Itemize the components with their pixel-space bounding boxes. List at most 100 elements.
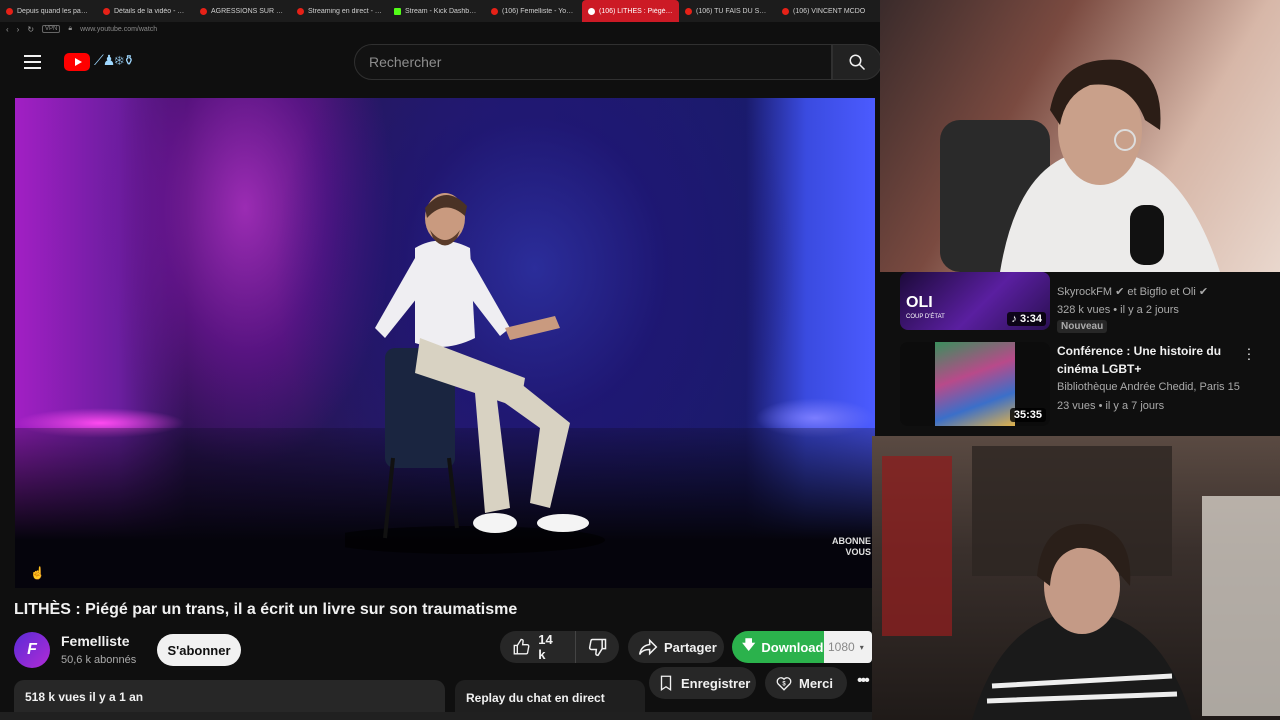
tab-label: Depuis quand les pauvres: [17, 7, 91, 15]
browser-tab[interactable]: AGRESSIONS SUR DES ENF: [194, 0, 291, 22]
subscriber-count: 50,6 k abonnés: [61, 654, 137, 666]
browser-tab[interactable]: Détails de la vidéo - YouTube: [97, 0, 194, 22]
browser-tab[interactable]: Depuis quand les pauvres: [0, 0, 97, 22]
more-actions-icon[interactable]: •••: [857, 672, 870, 690]
download-arrow-icon: 🡇: [742, 637, 756, 652]
thanks-button[interactable]: $ Merci: [765, 667, 847, 699]
doodle-icon[interactable]: ⟋♟❄⚱: [94, 52, 135, 69]
share-label: Partager: [664, 639, 717, 655]
youtube-icon: [588, 7, 595, 15]
reco-channel[interactable]: SkyrockFM ✔ et Bigflo et Oli ✔: [1057, 285, 1208, 299]
reco-meta: 23 vues • il y a 7 jours: [1057, 400, 1165, 412]
dislike-button[interactable]: [576, 631, 619, 663]
browser-tab[interactable]: Stream - Kick Dashboard: [388, 0, 485, 22]
download-label: Download: [761, 639, 824, 655]
save-label: Enregistrer: [681, 675, 751, 691]
browser-tab[interactable]: (106) TU FAIS DU SQUAT: [679, 0, 776, 22]
url-text[interactable]: www.youtube.com/watch: [80, 26, 157, 33]
music-note-icon: ♪: [1011, 313, 1020, 325]
browser-tab[interactable]: (106) VINCENT MCDO: [776, 0, 873, 22]
youtube-icon: [103, 7, 110, 15]
like-dislike-group: 14 k: [500, 631, 619, 663]
browser-tab[interactable]: (106) Femelliste - YouTube: [485, 0, 582, 22]
thumbs-down-icon: [588, 638, 606, 657]
address-bar[interactable]: ‹ › ↻ VPN 🔒︎ www.youtube.com/watch: [0, 22, 880, 36]
svg-text:$: $: [782, 681, 786, 687]
view-count-date: 518 k vues il y a 1 an: [25, 690, 144, 704]
menu-icon[interactable]: [24, 55, 41, 69]
quality-value: 1080: [828, 640, 855, 654]
thumbnail-text: OLI COUP D'ÉTAT: [906, 294, 945, 321]
tab-label: Détails de la vidéo - YouTube: [114, 7, 188, 15]
youtube-icon: [685, 7, 692, 15]
back-icon[interactable]: ‹: [6, 25, 9, 34]
search-icon: [849, 54, 866, 71]
channel-avatar[interactable]: F: [14, 632, 50, 668]
share-icon: [638, 638, 658, 656]
chat-replay-label: Replay du chat en direct: [466, 691, 605, 705]
forward-icon[interactable]: ›: [17, 25, 20, 34]
hand-cursor-icon: ☝: [30, 566, 45, 580]
kick-icon: [394, 7, 401, 15]
verified-icon: ✔: [1115, 286, 1128, 298]
search-button[interactable]: [832, 44, 882, 80]
video-title: LITHÈS : Piégé par un trans, il a écrit …: [14, 601, 518, 618]
quality-select[interactable]: 1080 ▾: [824, 631, 872, 663]
like-button[interactable]: 14 k: [500, 631, 577, 663]
video-player[interactable]: ABONNE VOUS: [15, 98, 875, 588]
youtube-logo-icon[interactable]: [64, 53, 90, 71]
subscribe-watermark: ABONNE VOUS: [832, 536, 871, 558]
browser-tab[interactable]: Streaming en direct - YouTube: [291, 0, 388, 22]
verified-icon: ✔: [1198, 286, 1209, 298]
tab-label: (106) LITHÈS : Piégé par un: [599, 7, 673, 15]
channel-label: SkyrockFM: [1057, 286, 1112, 298]
youtube-icon: [200, 7, 207, 15]
seated-man-figure: [345, 193, 605, 554]
guest-figure: [882, 446, 1280, 720]
channel-name[interactable]: Femelliste: [61, 633, 129, 649]
tab-label: (106) Femelliste - YouTube: [502, 7, 576, 15]
youtube-icon: [6, 7, 13, 15]
thanks-label: Merci: [799, 675, 833, 691]
video-thumbnail[interactable]: OLI COUP D'ÉTAT ♪ 3:34: [900, 272, 1050, 330]
like-count: 14 k: [538, 632, 553, 662]
browser-tab-active[interactable]: (106) LITHÈS : Piégé par un: [582, 0, 679, 22]
super-thanks-icon: $: [776, 677, 792, 691]
tab-label: (106) TU FAIS DU SQUAT: [696, 7, 770, 15]
watermark-line: ABONNE: [831, 536, 871, 546]
more-options-icon[interactable]: · · ·: [1246, 341, 1252, 365]
youtube-icon: [297, 7, 304, 15]
chevron-down-icon: ▾: [859, 642, 864, 652]
tab-label: AGRESSIONS SUR DES ENF: [211, 7, 285, 15]
os-taskbar: [0, 712, 880, 720]
reco-title[interactable]: Conférence : Une histoire du cinéma LGBT…: [1057, 342, 1247, 378]
video-thumbnail[interactable]: 35:35: [900, 342, 1050, 426]
youtube-icon: [491, 7, 498, 15]
youtube-icon: [782, 7, 789, 15]
screen: Depuis quand les pauvres Détails de la v…: [0, 0, 1280, 720]
new-badge: Nouveau: [1057, 320, 1108, 333]
webcam-overlay-bottom: [872, 436, 1280, 720]
reco-meta: 328 k vues • il y a 2 jours: [1057, 304, 1179, 316]
thumbs-up-icon: [513, 638, 530, 655]
tab-label: Stream - Kick Dashboard: [405, 7, 479, 15]
download-button[interactable]: 🡇 Download: [732, 631, 824, 663]
tab-label: Streaming en direct - YouTube: [308, 7, 382, 15]
share-button[interactable]: Partager: [628, 631, 724, 663]
save-button[interactable]: Enregistrer: [649, 667, 756, 699]
masthead: ⟋♟❄⚱: [0, 38, 882, 88]
vpn-badge[interactable]: VPN: [42, 25, 61, 33]
recommendations-panel: OLI COUP D'ÉTAT ♪ 3:34 SkyrockFM ✔ et Big…: [880, 272, 1280, 436]
duration-badge: 35:35: [1009, 408, 1046, 422]
channel-extra-label: et Bigflo et Oli: [1127, 286, 1196, 298]
reco-channel[interactable]: Bibliothèque Andrée Chedid, Paris 15: [1057, 380, 1240, 394]
subscribe-button[interactable]: S'abonner: [157, 634, 241, 666]
poster-image: [935, 342, 1015, 426]
reload-icon[interactable]: ↻: [27, 25, 34, 34]
webcam-overlay-top: [880, 0, 1280, 272]
streamer-figure: [940, 59, 1220, 272]
tab-label: (106) VINCENT MCDO: [793, 7, 866, 15]
search-input[interactable]: [355, 45, 831, 79]
search-box[interactable]: [354, 44, 832, 80]
bookmark-icon: [660, 675, 672, 692]
